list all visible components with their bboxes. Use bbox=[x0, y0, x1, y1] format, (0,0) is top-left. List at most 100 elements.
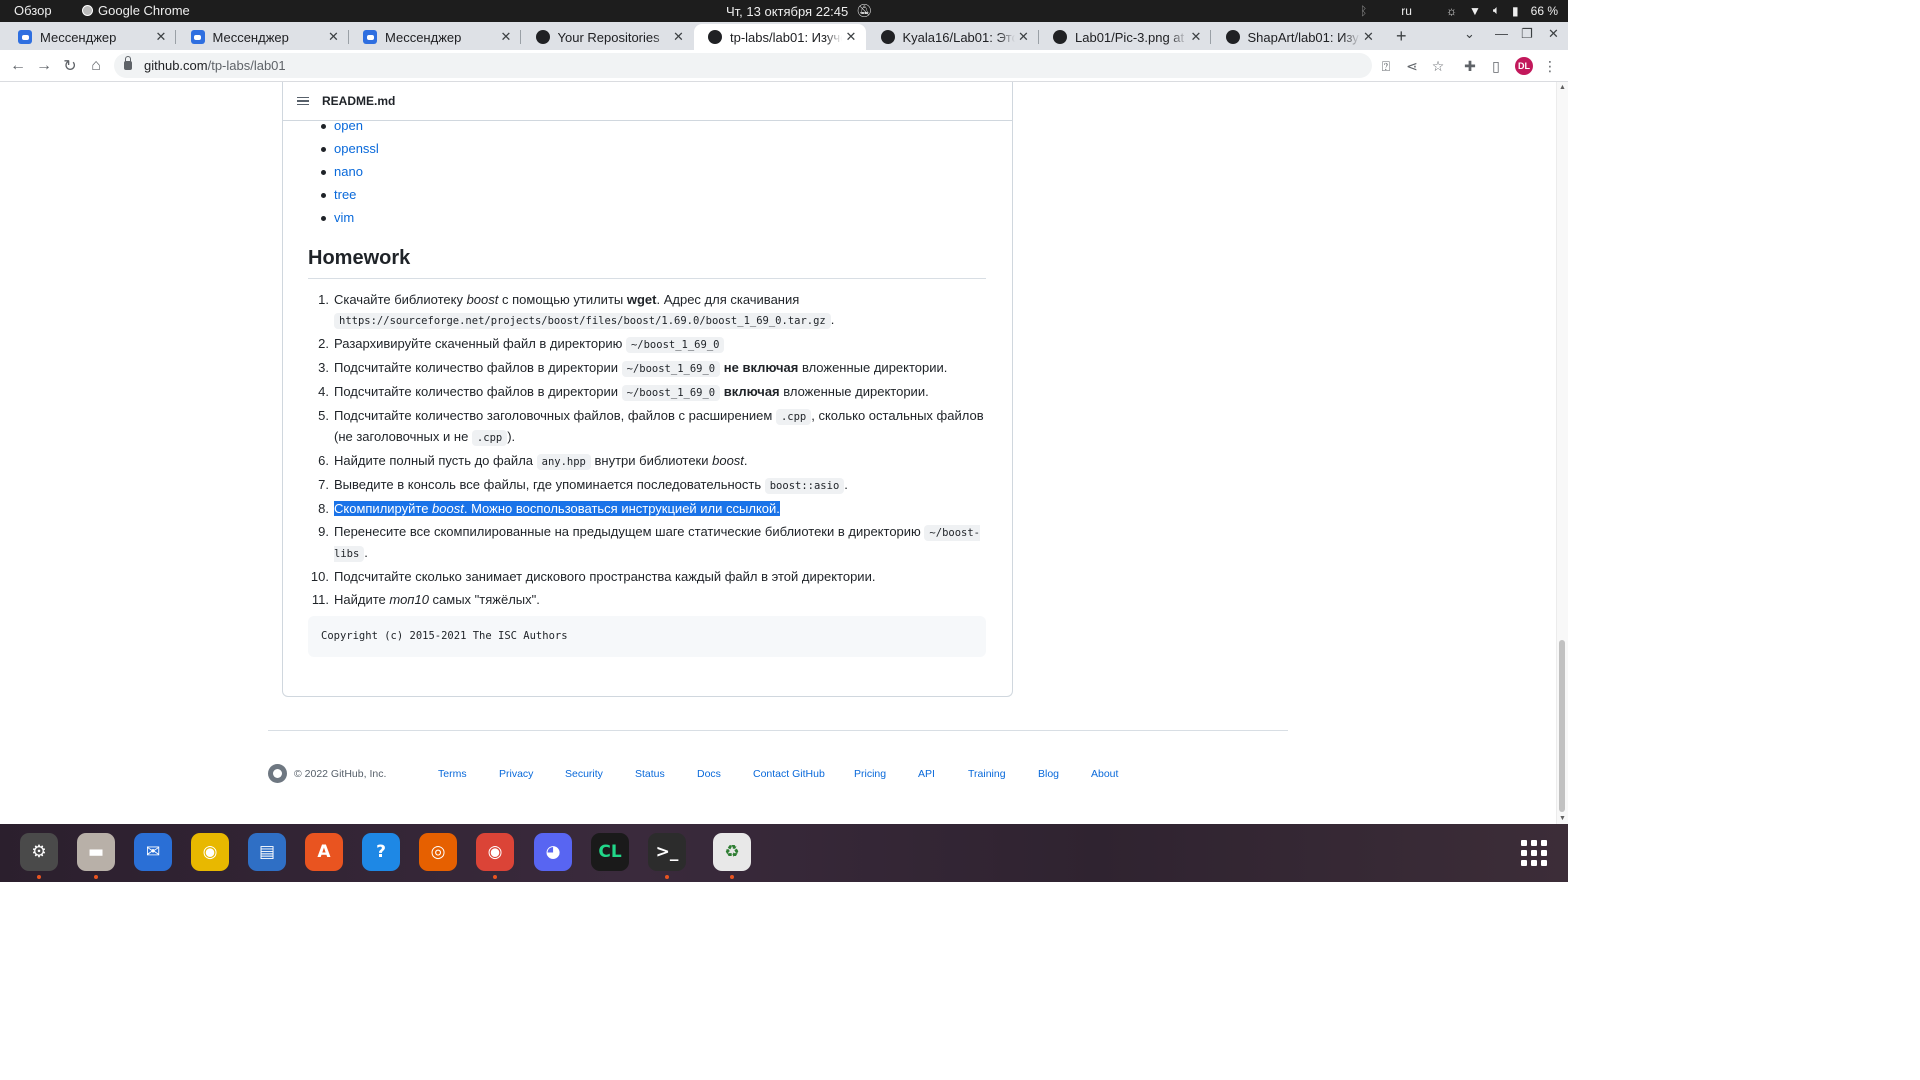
new-tab-button[interactable]: + bbox=[1396, 26, 1407, 47]
tool-link-tree[interactable]: tree bbox=[321, 187, 379, 210]
github-logo-icon[interactable] bbox=[268, 764, 287, 783]
tool-link-nano[interactable]: nano bbox=[321, 164, 379, 187]
strong: не включая bbox=[720, 360, 799, 375]
show-applications-grid-icon[interactable] bbox=[1521, 840, 1547, 866]
browser-tab[interactable]: ShapArt/lab01: Изуче✕ bbox=[1212, 24, 1384, 50]
browser-tab[interactable]: Мессенджер ✕ bbox=[349, 24, 521, 50]
homework-step: 8. Скомпилируйте boost. Можно воспользова… bbox=[308, 499, 988, 519]
text: внутри библиотеки bbox=[590, 453, 713, 468]
trash-app-icon[interactable]: ♻ bbox=[713, 833, 751, 871]
close-window-button[interactable]: ✕ bbox=[1548, 26, 1559, 42]
step-text: Подсчитайте количество файлов в директор… bbox=[334, 360, 947, 377]
minimize-button[interactable]: — bbox=[1495, 26, 1508, 41]
homework-step: 6. Найдите полный пусть до файла any.hpp … bbox=[308, 451, 988, 472]
tab-title: Your Repositories bbox=[557, 29, 660, 45]
clock[interactable]: Чт, 13 октября 22:45 🔕︎ bbox=[726, 3, 873, 19]
step-number: 9. bbox=[318, 524, 329, 539]
scrollbar-thumb[interactable] bbox=[1559, 640, 1565, 812]
footer-link-terms[interactable]: Terms bbox=[438, 768, 467, 780]
readme-header: README.md bbox=[283, 82, 1012, 121]
scroll-down-arrow-icon[interactable]: ▼ bbox=[1559, 815, 1566, 822]
tab-close-icon[interactable]: ✕ bbox=[842, 29, 860, 45]
translate-icon[interactable]: ⍰ bbox=[1377, 57, 1395, 75]
browser-tab[interactable]: Lab01/Pic-3.png at m ✕ bbox=[1039, 24, 1211, 50]
share-icon[interactable]: ⋖ bbox=[1403, 57, 1421, 75]
footer-link-privacy[interactable]: Privacy bbox=[499, 768, 533, 780]
files-app-icon[interactable]: ▬ bbox=[77, 833, 115, 871]
web-page: README.md open openssl nano tree vim Homewor… bbox=[0, 82, 1556, 824]
tab-close-icon[interactable]: ✕ bbox=[497, 29, 515, 45]
rhythmbox-app-icon[interactable]: ◉ bbox=[191, 833, 229, 871]
discord-app-icon[interactable]: ◕ bbox=[534, 833, 572, 871]
footer-link-docs[interactable]: Docs bbox=[697, 768, 721, 780]
running-indicator bbox=[37, 875, 41, 879]
footer-link-api[interactable]: API bbox=[918, 768, 935, 780]
restore-button[interactable]: ❐ bbox=[1521, 26, 1533, 42]
thunderbird-app-icon[interactable]: ✉ bbox=[134, 833, 172, 871]
code-path: ~/boost_1_69_0 bbox=[625, 337, 725, 353]
outline-list-icon[interactable] bbox=[297, 96, 309, 106]
tab-close-icon[interactable]: ✕ bbox=[670, 29, 688, 45]
footer-link-about[interactable]: About bbox=[1091, 768, 1118, 780]
browser-tab[interactable]: Your Repositories ✕ bbox=[522, 24, 694, 50]
system-tray[interactable]: ᛒ ru ☼ ▼ 🔈︎ ▮ 66 % bbox=[1360, 3, 1558, 18]
help-app-icon[interactable]: ? bbox=[362, 833, 400, 871]
tool-link-open[interactable]: open bbox=[321, 118, 379, 141]
tab-close-icon[interactable]: ✕ bbox=[1015, 29, 1033, 45]
clion-app-icon[interactable]: CL bbox=[591, 833, 629, 871]
address-bar[interactable]: github.com/tp-labs/lab01 bbox=[114, 53, 1372, 78]
footer-link-pricing[interactable]: Pricing bbox=[854, 768, 886, 780]
tool-link-openssl[interactable]: openssl bbox=[321, 141, 379, 164]
forward-button[interactable]: → bbox=[34, 56, 54, 76]
home-button[interactable]: ⌂ bbox=[86, 56, 106, 76]
extensions-puzzle-icon[interactable]: ✚ bbox=[1461, 57, 1479, 75]
footer-link-training[interactable]: Training bbox=[968, 768, 1006, 780]
text: Подсчитайте количество файлов в директор… bbox=[334, 360, 622, 375]
browser-tab[interactable]: Мессенджер ✕ bbox=[177, 24, 349, 50]
brightness-icon: ☼ bbox=[1445, 3, 1457, 18]
firefox-app-icon[interactable]: ◎ bbox=[419, 833, 457, 871]
footer-link-contact-github[interactable]: Contact GitHub bbox=[753, 768, 825, 780]
step-text: Найдите топ10 самых "тяжёлых". bbox=[334, 592, 540, 607]
tool-link-vim[interactable]: vim bbox=[321, 210, 379, 233]
notifications-muted-icon: 🔕︎ bbox=[856, 3, 873, 18]
browser-tab[interactable]: Kyala16/Lab01: Это л✕ bbox=[867, 24, 1039, 50]
tab-title: Мессенджер bbox=[385, 29, 462, 45]
reload-button[interactable]: ↻ bbox=[60, 56, 80, 76]
browser-tab[interactable]: tp-labs/lab01: Изучен✕ bbox=[694, 24, 866, 50]
settings-app-icon[interactable]: ⚙ bbox=[20, 833, 58, 871]
browser-tab[interactable]: Мессенджер ✕ bbox=[4, 24, 176, 50]
tool-list: open openssl nano tree vim bbox=[321, 118, 379, 233]
page-scrollbar[interactable]: ▲ ▼ bbox=[1556, 82, 1568, 824]
side-panel-icon[interactable]: ▯ bbox=[1487, 57, 1505, 75]
app-menu[interactable]: Google Chrome bbox=[82, 3, 190, 18]
writer-app-icon[interactable]: ▤ bbox=[248, 833, 286, 871]
footer-link-status[interactable]: Status bbox=[635, 768, 665, 780]
scroll-up-arrow-icon[interactable]: ▲ bbox=[1559, 84, 1566, 91]
tab-close-icon[interactable]: ✕ bbox=[152, 29, 170, 45]
tab-close-icon[interactable]: ✕ bbox=[1360, 29, 1378, 45]
bookmark-star-icon[interactable]: ☆ bbox=[1429, 57, 1447, 75]
text: . bbox=[364, 545, 368, 560]
language-indicator[interactable]: ru bbox=[1401, 4, 1412, 18]
tab-close-icon[interactable]: ✕ bbox=[1187, 29, 1205, 45]
software-center-app-icon[interactable]: A bbox=[305, 833, 343, 871]
footer-link-security[interactable]: Security bbox=[565, 768, 603, 780]
lock-icon[interactable] bbox=[124, 56, 132, 70]
tab-search-chevron-icon[interactable]: ⌄ bbox=[1464, 26, 1475, 42]
browser-toolbar: ← → ↻ ⌂ github.com/tp-labs/lab01 ⍰ ⋖ ☆ ✚… bbox=[0, 50, 1568, 82]
activities-button[interactable]: Обзор bbox=[14, 3, 52, 18]
step-text: Разархивируйте скаченный файл в директор… bbox=[334, 336, 725, 353]
profile-avatar[interactable]: DL bbox=[1515, 57, 1533, 75]
running-indicator bbox=[665, 875, 669, 879]
emphasis: boost bbox=[466, 292, 499, 307]
chrome-app-icon[interactable]: ◉ bbox=[476, 833, 514, 871]
back-button[interactable]: ← bbox=[8, 56, 28, 76]
footer-link-blog[interactable]: Blog bbox=[1038, 768, 1059, 780]
menu-kebab-icon[interactable]: ⋮ bbox=[1541, 57, 1559, 75]
step-number: 8. bbox=[318, 501, 329, 516]
terminal-app-icon[interactable]: >_ bbox=[648, 833, 686, 871]
system-top-bar: Обзор Google Chrome Чт, 13 октября 22:45… bbox=[0, 0, 1568, 22]
text: Скачайте библиотеку bbox=[334, 292, 467, 307]
tab-close-icon[interactable]: ✕ bbox=[325, 29, 343, 45]
